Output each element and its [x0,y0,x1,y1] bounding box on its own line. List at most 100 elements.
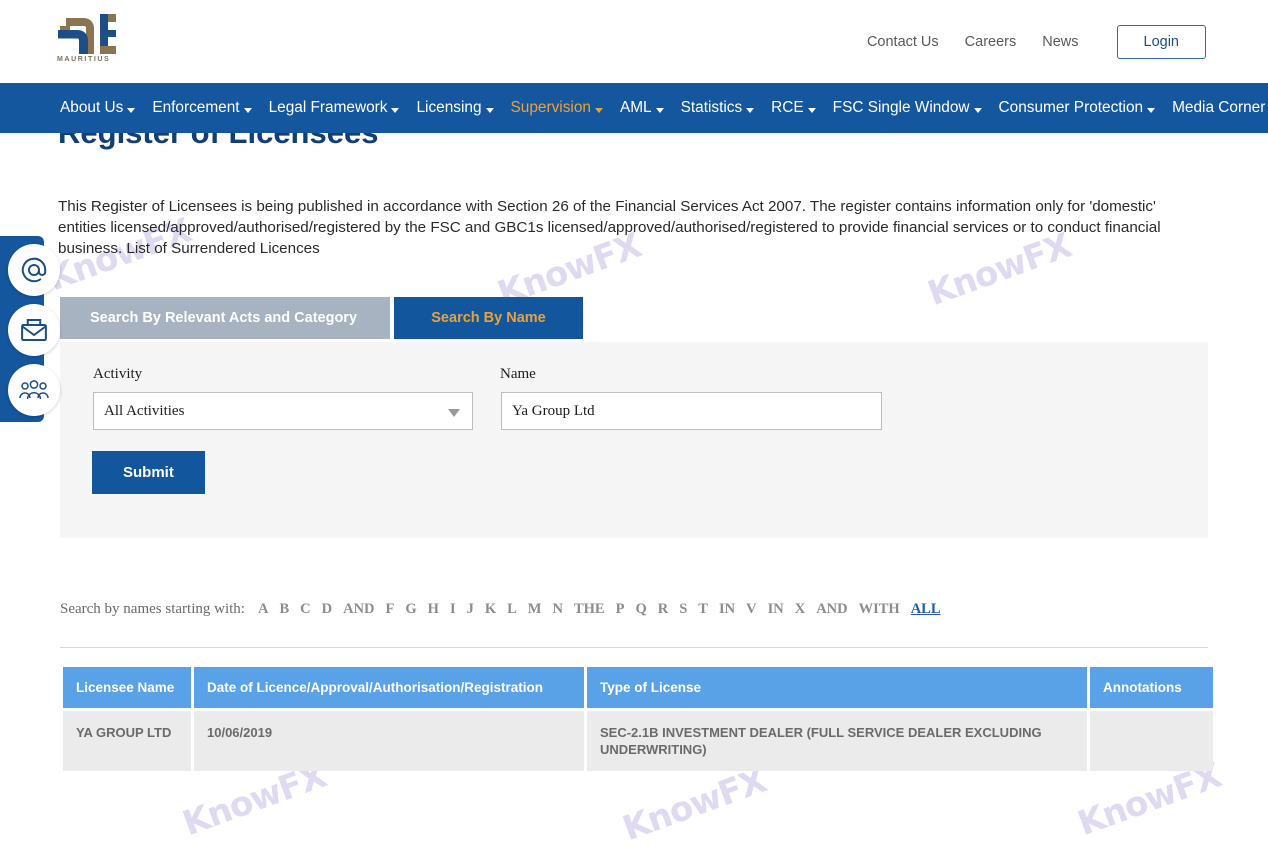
alphabet-link-the-14[interactable]: THE [574,601,605,617]
chevron-down-icon [1147,108,1155,113]
column-header-date-text: Date of Licence/Approval/Authorisation/R… [207,680,543,695]
people-group-glyph [18,375,50,405]
login-button[interactable]: Login [1117,25,1206,59]
nav-item-label: Consumer Protection [999,99,1144,117]
at-sign-glyph [19,255,49,285]
search-tabs: Search By Relevant Acts and Category Sea… [60,297,583,339]
chevron-down-icon [595,108,603,113]
chevron-down-icon [656,108,664,113]
fsc-logo-icon [56,6,118,54]
nav-item-label: AML [620,99,652,117]
column-header-annotations-text: Annotations [1103,680,1182,695]
nav-item-statistics[interactable]: Statistics [681,99,755,117]
alphabet-link-m-12[interactable]: M [528,601,542,617]
page-root: KnowFXKnowFXKnowFXKnowFXKnowFXKnowFX MAU… [0,0,1268,852]
column-header-annotations[interactable]: Annotations [1090,667,1213,708]
top-link-careers[interactable]: Careers [965,34,1017,50]
cell-date: 10/06/2019 [194,711,584,771]
submit-button[interactable]: Submit [92,451,205,494]
alphabet-link-c-2[interactable]: C [300,601,310,617]
alphabet-link-j-9[interactable]: J [467,601,474,617]
alphabet-link-l-11[interactable]: L [507,601,517,617]
nav-item-about-us[interactable]: About Us [60,99,135,117]
nav-item-licensing[interactable]: Licensing [416,99,493,117]
divider [60,647,1208,648]
nav-item-label: Licensing [416,99,481,117]
nav-item-label: RCE [771,99,804,117]
chevron-down-icon [974,108,982,113]
column-header-date[interactable]: Date of Licence/Approval/Authorisation/R… [194,667,584,708]
nav-item-enforcement[interactable]: Enforcement [152,99,251,117]
cell-type-of-license: SEC-2.1B INVESTMENT DEALER (FULL SERVICE… [587,711,1087,771]
chevron-down-icon [808,108,816,113]
column-header-licensee-name-text: Licensee Name [76,680,174,695]
at-sign-icon[interactable] [8,244,60,296]
alphabet-link-d-3[interactable]: D [322,601,332,617]
site-logo[interactable]: MAURITIUS [56,6,126,70]
name-label: Name [500,366,536,383]
alphabet-link-in-20[interactable]: IN [719,601,735,617]
nav-item-supervision[interactable]: Supervision [511,99,603,117]
search-form-panel: Activity All Activities Name Submit [60,342,1208,538]
activity-select[interactable]: All Activities [93,392,473,430]
alphabet-link-r-17[interactable]: R [658,601,668,617]
activity-label: Activity [93,366,142,383]
cell-licensee-name: YA GROUP LTD [63,711,191,771]
alphabet-link-f-5[interactable]: F [386,601,395,617]
chevron-down-icon [244,108,252,113]
alphabet-filter-label: Search by names starting with: [60,601,245,618]
alphabet-link-in-22[interactable]: IN [768,601,784,617]
alphabet-link-v-21[interactable]: V [746,601,756,617]
intro-paragraph: This Register of Licensees is being publ… [58,196,1196,259]
nav-item-fsc-single-window[interactable]: FSC Single Window [833,99,982,117]
header-top-links: Contact Us Careers News Login [867,0,1206,83]
nav-item-legal-framework[interactable]: Legal Framework [269,99,400,117]
nav-item-label: Statistics [681,99,743,117]
alphabet-link-all[interactable]: ALL [911,601,941,618]
site-header: MAURITIUS Contact Us Careers News Login [0,0,1268,83]
fsc-logo-mark [56,6,118,54]
results-table-body: YA GROUP LTD10/06/2019SEC-2.1B INVESTMEN… [63,711,1213,771]
watermark-4: KnowFX [618,761,771,849]
alphabet-link-s-18[interactable]: S [679,601,687,617]
nav-item-consumer-protection[interactable]: Consumer Protection [999,99,1156,117]
nav-item-label: About Us [60,99,123,117]
alphabet-link-a-0[interactable]: A [258,601,268,617]
envelope-icon[interactable] [8,304,60,356]
column-header-type-of-license[interactable]: Type of License [587,667,1087,708]
name-input[interactable] [501,392,882,430]
side-contact-widget [0,236,44,422]
chevron-down-icon [391,108,399,113]
alphabet-link-p-15[interactable]: P [616,601,625,617]
people-group-icon[interactable] [8,364,60,416]
tab-search-by-name[interactable]: Search By Name [394,297,583,339]
column-header-licensee-name[interactable]: Licensee Name [63,667,191,708]
alphabet-link-t-19[interactable]: T [698,601,708,617]
alphabet-link-g-6[interactable]: G [405,601,416,617]
column-header-type-of-license-text: Type of License [600,680,701,695]
tab-search-by-acts-and-category[interactable]: Search By Relevant Acts and Category [60,297,390,339]
top-link-contact-us[interactable]: Contact Us [867,34,939,50]
chevron-down-icon [127,108,135,113]
top-link-news[interactable]: News [1042,34,1078,50]
alphabet-links-container: ABCD AND FGHIJKLMN THE PQRST IN V IN X AND WITH [258,600,911,618]
alphabet-link-with-25[interactable]: WITH [859,601,900,617]
alphabet-filter: Search by names starting with: ABCD AND FG… [60,600,1208,618]
alphabet-link-n-13[interactable]: N [552,601,562,617]
alphabet-link-b-1[interactable]: B [279,601,289,617]
nav-item-aml[interactable]: AML [620,99,664,117]
alphabet-link-q-16[interactable]: Q [635,601,646,617]
alphabet-link-i-8[interactable]: I [450,601,456,617]
alphabet-link-k-10[interactable]: K [485,601,496,617]
alphabet-link-x-23[interactable]: X [795,601,805,617]
logo-caption: MAURITIUS [57,56,110,63]
nav-items-container: About Us Enforcement Legal Framework Licens… [0,83,1268,133]
table-header-row: Licensee Name Date of Licence/Approval/A… [63,667,1213,708]
nav-item-label: Supervision [511,99,591,117]
alphabet-link-h-7[interactable]: H [428,601,439,617]
main-navigation: About Us Enforcement Legal Framework Licens… [0,83,1268,133]
nav-item-rce[interactable]: RCE [771,99,816,117]
alphabet-link-and-4[interactable]: AND [343,601,374,617]
alphabet-link-and-24[interactable]: AND [816,601,847,617]
nav-item-media-corner[interactable]: Media Corner [1172,99,1268,117]
